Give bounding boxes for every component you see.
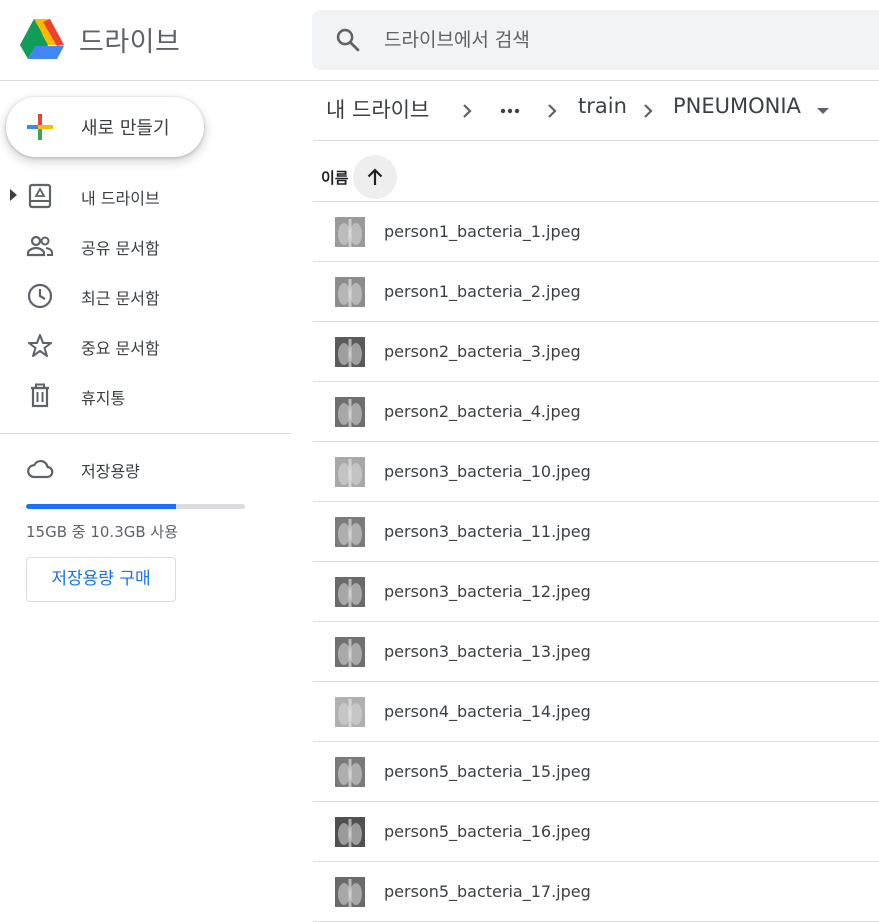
file-row[interactable]: person5_bacteria_17.jpeg xyxy=(313,862,879,922)
sidebar-item-label: 내 드라이브 xyxy=(81,189,160,208)
xray-thumbnail-icon xyxy=(335,697,365,727)
clock-icon xyxy=(26,282,54,310)
buy-storage-button[interactable]: 저장용량 구매 xyxy=(26,557,176,602)
file-row[interactable]: person3_bacteria_10.jpeg xyxy=(313,442,879,502)
sidebar: 새로 만들기 내 드라이브 공유 문서함 최근 문서함 중요 문서함 휴지통 저… xyxy=(0,81,300,899)
search-bar[interactable] xyxy=(312,10,879,70)
sidebar-item-shared[interactable]: 공유 문서함 xyxy=(0,223,292,269)
breadcrumb-current[interactable]: PNEUMONIA xyxy=(673,94,801,118)
file-name: person1_bacteria_2.jpeg xyxy=(384,282,581,301)
xray-thumbnail-icon xyxy=(335,397,365,427)
file-row[interactable]: person5_bacteria_16.jpeg xyxy=(313,802,879,862)
main-content: 내 드라이브 train PNEUMONIA 이름 person1_bacter… xyxy=(313,81,879,922)
drive-icon xyxy=(26,182,54,210)
sidebar-divider xyxy=(0,433,292,434)
sidebar-item-storage[interactable]: 저장용량 xyxy=(0,446,292,492)
xray-thumbnail-icon xyxy=(335,217,365,247)
sidebar-item-label: 중요 문서함 xyxy=(81,339,160,358)
xray-thumbnail-icon xyxy=(335,757,365,787)
new-button-label: 새로 만들기 xyxy=(81,118,170,139)
file-name: person2_bacteria_3.jpeg xyxy=(384,342,581,361)
file-row[interactable]: person4_bacteria_14.jpeg xyxy=(313,682,879,742)
chevron-right-icon xyxy=(546,101,558,121)
star-icon xyxy=(26,332,54,360)
top-header: 드라이브 xyxy=(0,0,879,81)
breadcrumb: 내 드라이브 train PNEUMONIA xyxy=(313,81,879,141)
new-button[interactable]: 새로 만들기 xyxy=(6,97,204,157)
file-row[interactable]: person1_bacteria_2.jpeg xyxy=(313,262,879,322)
storage-usage-text: 15GB 중 10.3GB 사용 xyxy=(26,523,179,541)
storage-usage-fill xyxy=(26,504,177,509)
file-row[interactable]: person3_bacteria_12.jpeg xyxy=(313,562,879,622)
storage-usage-bar xyxy=(26,504,245,509)
file-name: person4_bacteria_14.jpeg xyxy=(384,702,591,721)
arrow-up-icon xyxy=(367,168,383,185)
xray-thumbnail-icon xyxy=(335,337,365,367)
sidebar-item-label: 공유 문서함 xyxy=(81,239,160,258)
xray-thumbnail-icon xyxy=(335,457,365,487)
sidebar-item-recent[interactable]: 최근 문서함 xyxy=(0,273,292,319)
file-row[interactable]: person5_bacteria_15.jpeg xyxy=(313,742,879,802)
file-row[interactable]: person2_bacteria_3.jpeg xyxy=(313,322,879,382)
file-list-header: 이름 xyxy=(313,141,879,202)
storage-label: 저장용량 xyxy=(81,462,140,481)
file-row[interactable]: person2_bacteria_4.jpeg xyxy=(313,382,879,442)
chevron-right-icon xyxy=(642,101,654,121)
breadcrumb-root[interactable]: 내 드라이브 xyxy=(326,94,429,124)
google-drive-logo-icon[interactable] xyxy=(18,17,66,61)
sidebar-item-label: 휴지통 xyxy=(81,389,126,408)
breadcrumb-parent[interactable]: train xyxy=(578,94,627,118)
file-row[interactable]: person3_bacteria_11.jpeg xyxy=(313,502,879,562)
file-name: person3_bacteria_10.jpeg xyxy=(384,462,591,481)
people-icon xyxy=(26,232,54,260)
expand-caret-icon[interactable] xyxy=(9,189,19,201)
file-name: person2_bacteria_4.jpeg xyxy=(384,402,581,421)
file-list: person1_bacteria_1.jpeg person1_bacteria_… xyxy=(313,202,879,922)
file-name: person3_bacteria_12.jpeg xyxy=(384,582,591,601)
column-header-name[interactable]: 이름 xyxy=(321,167,349,188)
xray-thumbnail-icon xyxy=(335,817,365,847)
file-name: person5_bacteria_16.jpeg xyxy=(384,822,591,841)
sort-direction-button[interactable] xyxy=(353,155,397,199)
app-title: 드라이브 xyxy=(79,27,181,58)
file-name: person5_bacteria_15.jpeg xyxy=(384,762,591,781)
chevron-right-icon xyxy=(461,101,473,121)
file-row[interactable]: person3_bacteria_13.jpeg xyxy=(313,622,879,682)
more-horizontal-icon[interactable] xyxy=(499,101,521,121)
sidebar-item-my-drive[interactable]: 내 드라이브 xyxy=(0,173,292,219)
trash-icon xyxy=(26,382,54,410)
file-name: person1_bacteria_1.jpeg xyxy=(384,222,581,241)
xray-thumbnail-icon xyxy=(335,637,365,667)
plus-icon xyxy=(25,112,55,142)
search-icon[interactable] xyxy=(334,26,362,54)
xray-thumbnail-icon xyxy=(335,277,365,307)
cloud-icon xyxy=(26,455,54,483)
file-row[interactable]: person1_bacteria_1.jpeg xyxy=(313,202,879,262)
sidebar-item-trash[interactable]: 휴지통 xyxy=(0,373,292,419)
file-name: person5_bacteria_17.jpeg xyxy=(384,882,591,901)
file-name: person3_bacteria_13.jpeg xyxy=(384,642,591,661)
xray-thumbnail-icon xyxy=(335,877,365,907)
sidebar-item-starred[interactable]: 중요 문서함 xyxy=(0,323,292,369)
xray-thumbnail-icon xyxy=(335,517,365,547)
sidebar-item-label: 최근 문서함 xyxy=(81,289,160,308)
caret-down-icon[interactable] xyxy=(815,103,831,119)
search-input[interactable] xyxy=(372,10,872,70)
file-name: person3_bacteria_11.jpeg xyxy=(384,522,591,541)
xray-thumbnail-icon xyxy=(335,577,365,607)
